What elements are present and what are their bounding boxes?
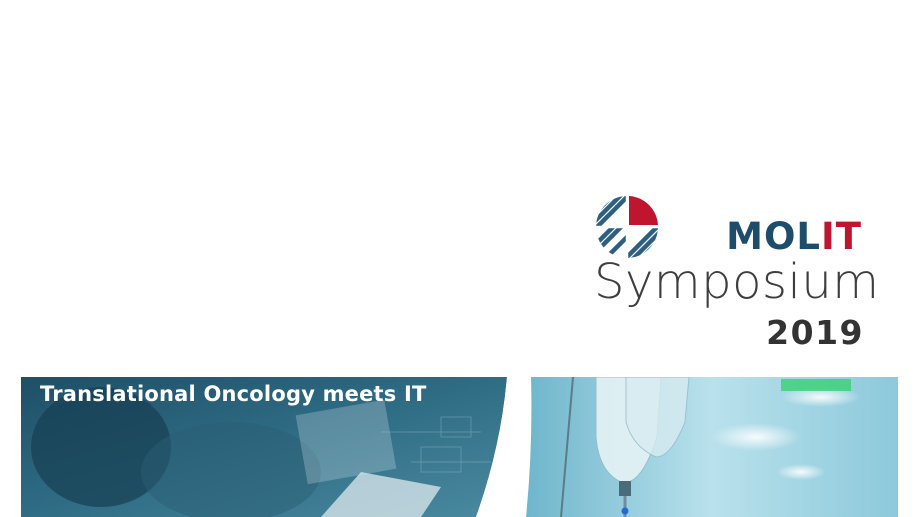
brand-wordmark: MOLIT	[726, 218, 862, 255]
molit-logo: MOLIT Symposium 2019	[590, 192, 880, 357]
iv-drip-hospital-corridor-photo	[526, 377, 898, 517]
event-year: 2019	[766, 313, 864, 352]
banner-tagline: Translational Oncology meets IT	[40, 382, 427, 406]
event-name: Symposium	[594, 254, 880, 310]
brand-suffix: IT	[820, 215, 862, 258]
brand-prefix: MOL	[726, 215, 821, 258]
molit-globe-logo-icon	[596, 196, 658, 258]
hero-banner: Translational Oncology meets IT	[21, 377, 898, 517]
